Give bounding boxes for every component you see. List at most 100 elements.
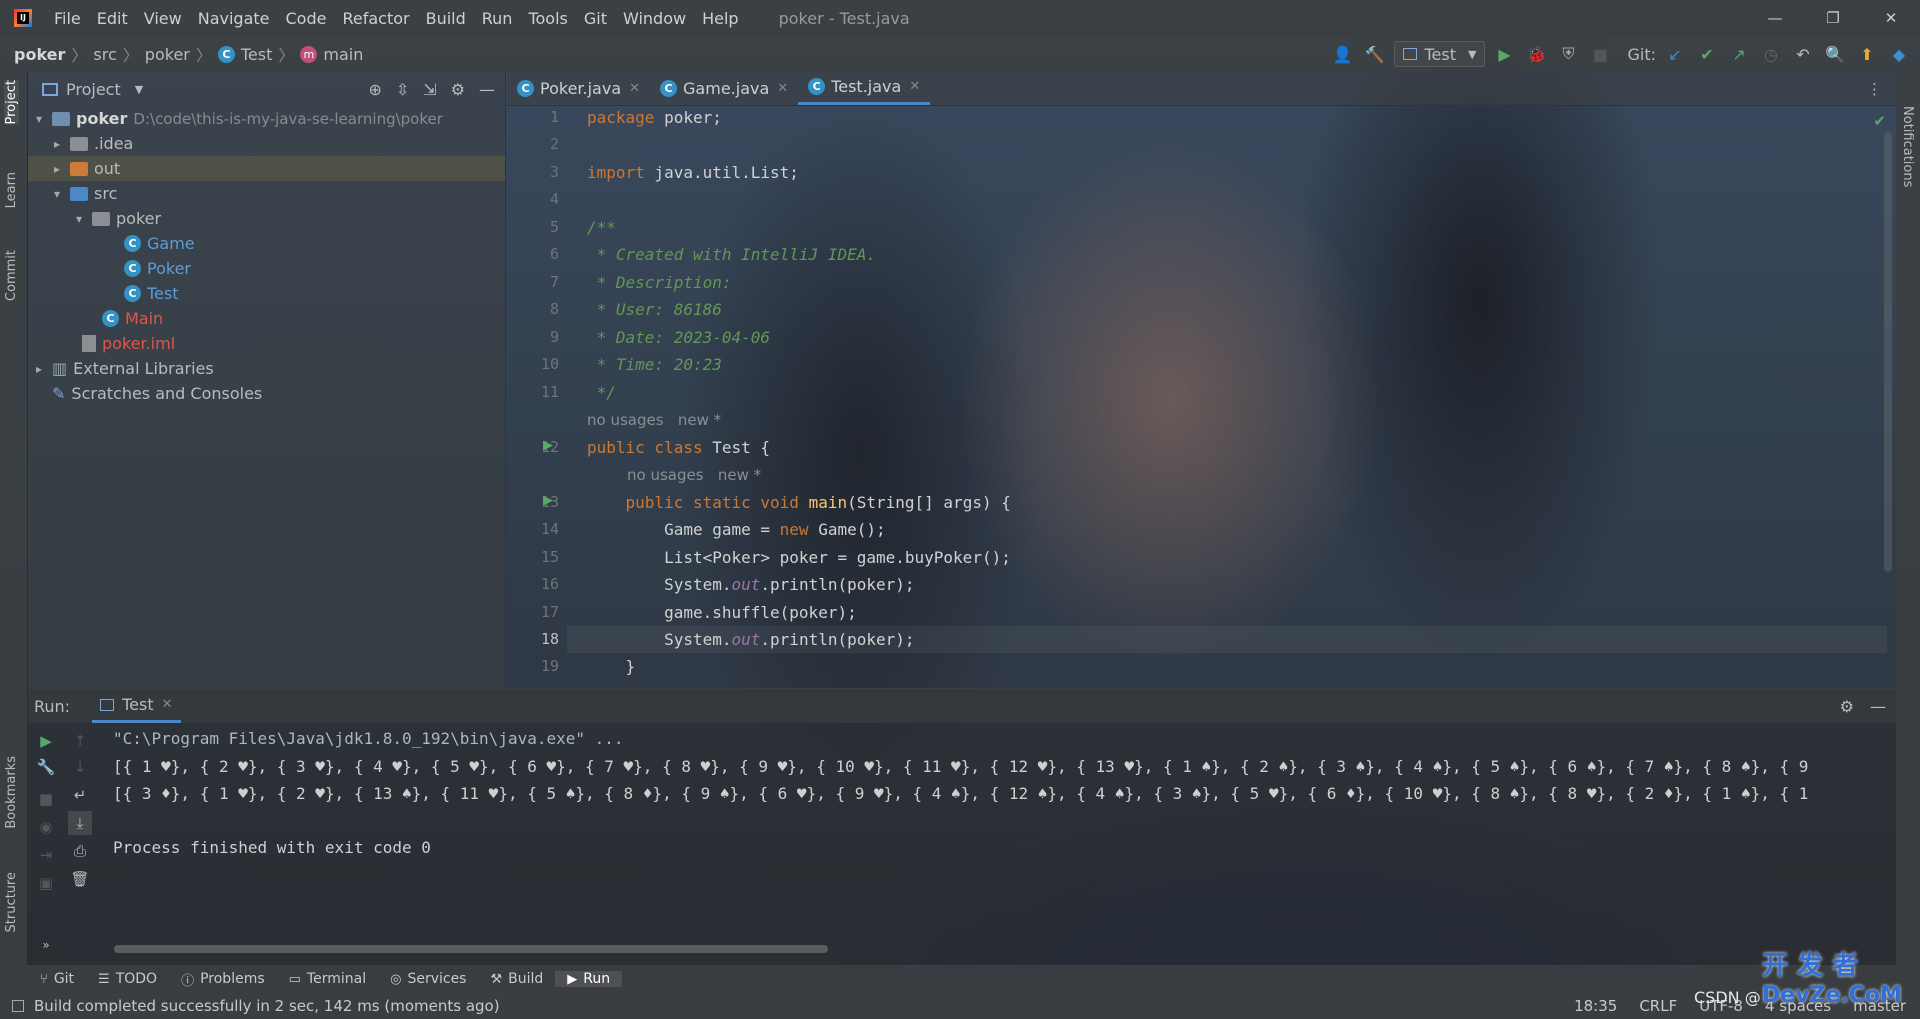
source-folder-icon <box>70 186 88 201</box>
history-icon[interactable]: ◷ <box>1758 41 1784 67</box>
status-message[interactable]: Build completed successfully in 2 sec, 1… <box>34 997 500 1015</box>
tree-item-poker[interactable]: C Poker <box>124 256 191 281</box>
tool-todo[interactable]: ☰ TODO <box>86 971 169 987</box>
code-line: List<Poker> poker = game.buyPoker(); <box>587 548 1011 567</box>
tab-poker-java[interactable]: C Poker.java ✕ <box>507 71 650 105</box>
menu-navigate[interactable]: Navigate <box>190 9 278 28</box>
tree-item-src[interactable]: ▾ src <box>50 181 117 206</box>
user-icon[interactable]: 👤 <box>1330 41 1356 67</box>
search-icon[interactable]: 🔍 <box>1822 41 1848 67</box>
tool-problems[interactable]: ⓘ Problems <box>169 970 277 989</box>
tree-label: Poker <box>147 259 191 278</box>
inlay-hint[interactable]: no usages new * <box>627 466 761 484</box>
tree-item-test[interactable]: C Test <box>124 281 179 306</box>
chevron-down-icon[interactable]: ▾ <box>50 187 64 201</box>
close-icon[interactable]: ✕ <box>1862 9 1920 27</box>
stop-icon[interactable]: ■ <box>1587 41 1613 67</box>
tree-item-main[interactable]: C Main <box>102 306 163 331</box>
menu-refactor[interactable]: Refactor <box>334 9 417 28</box>
tool-terminal[interactable]: ▭ Terminal <box>277 971 378 987</box>
minimize-icon[interactable]: — <box>1746 9 1804 27</box>
coverage-icon[interactable]: ⛨ <box>1555 41 1581 67</box>
chevron-right-icon[interactable]: ▸ <box>50 162 64 176</box>
expand-all-icon[interactable]: ⇳ <box>396 80 409 99</box>
menu-code[interactable]: Code <box>278 9 335 28</box>
tool-run[interactable]: ▶ Run <box>555 971 623 987</box>
tree-item-root[interactable]: ▾ poker D:\code\this-is-my-java-se-learn… <box>32 106 443 131</box>
chevron-right-icon[interactable]: ▸ <box>32 362 46 376</box>
close-tab-icon[interactable]: ✕ <box>162 697 173 712</box>
git-update-icon[interactable]: ↙ <box>1662 41 1688 67</box>
tree-item-scratches[interactable]: ✎ Scratches and Consoles <box>52 381 262 406</box>
gear-icon[interactable]: ⚙ <box>451 80 465 99</box>
project-panel-title[interactable]: Project <box>66 80 121 99</box>
close-tab-icon[interactable]: ✕ <box>909 79 920 94</box>
rollback-icon[interactable]: ↶ <box>1790 41 1816 67</box>
menu-run[interactable]: Run <box>474 9 521 28</box>
debug-icon[interactable]: 🐞 <box>1523 41 1549 67</box>
git-push-icon[interactable]: ↗ <box>1726 41 1752 67</box>
update-icon[interactable]: ⬆ <box>1854 41 1880 67</box>
menu-build[interactable]: Build <box>418 9 474 28</box>
breadcrumb-package[interactable]: poker <box>145 45 190 64</box>
line-separator[interactable]: CRLF <box>1639 997 1677 1015</box>
class-icon: C <box>808 78 826 95</box>
horizontal-scrollbar[interactable] <box>114 945 828 953</box>
run-config-select[interactable]: Test ▼ <box>1393 41 1486 67</box>
console-output[interactable]: "C:\Program Files\Java\jdk1.8.0_192\bin\… <box>28 723 1896 966</box>
status-panel-icon[interactable] <box>12 1000 24 1012</box>
tree-item-iml[interactable]: poker.iml <box>82 331 175 356</box>
tab-game-java[interactable]: C Game.java ✕ <box>650 71 798 105</box>
editor-scrollbar[interactable] <box>1884 132 1892 572</box>
tree-item-external-libraries[interactable]: ▸ ▥ External Libraries <box>32 356 214 381</box>
editor-code-area[interactable]: package poker; import java.util.List; /*… <box>507 106 1887 688</box>
chevron-right-icon[interactable]: ▸ <box>50 137 64 151</box>
tree-item-game[interactable]: C Game <box>124 231 195 256</box>
chevron-down-icon[interactable]: ▼ <box>135 83 143 96</box>
collapse-all-icon[interactable]: ⇲ <box>423 80 436 99</box>
menu-view[interactable]: View <box>136 9 190 28</box>
restore-icon[interactable]: ❐ <box>1804 9 1862 27</box>
more-icon[interactable]: ⋮ <box>1867 80 1896 98</box>
tool-services[interactable]: ◎ Services <box>378 971 478 987</box>
chevron-down-icon[interactable]: ▾ <box>32 112 46 126</box>
locate-file-icon[interactable]: ⊕ <box>368 80 381 99</box>
menu-help[interactable]: Help <box>694 9 746 28</box>
git-commit-icon[interactable]: ✔ <box>1694 41 1720 67</box>
run-tab-test[interactable]: Test ✕ <box>92 689 181 723</box>
learn-tool-label[interactable]: Learn <box>4 172 19 208</box>
tree-item-package[interactable]: ▾ poker <box>72 206 161 231</box>
menu-window[interactable]: Window <box>615 9 694 28</box>
project-view-icon <box>42 82 58 96</box>
breadcrumb-class[interactable]: Test <box>241 45 273 64</box>
tab-test-java[interactable]: C Test.java ✕ <box>798 71 931 105</box>
tree-root-path: D:\code\this-is-my-java-se-learning\poke… <box>133 109 443 128</box>
caret-position[interactable]: 18:35 <box>1574 997 1617 1015</box>
tree-item-out[interactable]: ▸ out <box>28 156 505 181</box>
close-tab-icon[interactable]: ✕ <box>777 81 788 96</box>
tool-git[interactable]: ⑂ Git <box>0 971 86 987</box>
tool-build[interactable]: ⚒ Build <box>478 971 555 987</box>
menu-file[interactable]: File <box>46 9 89 28</box>
inlay-hint[interactable]: no usages new * <box>587 411 721 429</box>
menu-git[interactable]: Git <box>576 9 615 28</box>
jetbrains-icon[interactable]: ◆ <box>1886 41 1912 67</box>
commit-tool-label[interactable]: Commit <box>4 250 19 301</box>
close-tab-icon[interactable]: ✕ <box>629 81 640 96</box>
run-icon[interactable]: ▶ <box>1491 41 1517 67</box>
gear-icon[interactable]: ⚙ <box>1840 697 1854 716</box>
breadcrumb-project[interactable]: poker <box>14 45 65 64</box>
hammer-icon[interactable]: 🔨 <box>1362 41 1388 67</box>
hide-panel-icon[interactable]: — <box>1870 697 1886 716</box>
notifications-tool-label[interactable]: Notifications <box>1900 106 1915 187</box>
menu-edit[interactable]: Edit <box>89 9 136 28</box>
hide-panel-icon[interactable]: — <box>479 80 495 99</box>
menu-tools[interactable]: Tools <box>520 9 575 28</box>
bookmarks-tool-label[interactable]: Bookmarks <box>4 756 19 829</box>
structure-tool-label[interactable]: Structure <box>4 872 19 932</box>
project-tool-label[interactable]: Project <box>4 80 19 125</box>
breadcrumb-src[interactable]: src <box>93 45 116 64</box>
breadcrumb-method[interactable]: main <box>323 45 363 64</box>
chevron-down-icon[interactable]: ▾ <box>72 212 86 226</box>
tree-item-idea[interactable]: ▸ .idea <box>50 131 133 156</box>
